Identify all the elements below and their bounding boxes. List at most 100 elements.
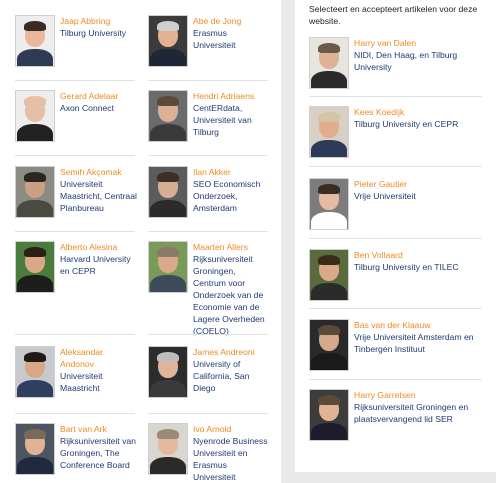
person-photo[interactable] xyxy=(148,15,188,67)
person-name-link[interactable]: Semih Akçomak xyxy=(60,166,137,178)
person-affiliation: Tilburg University en TILEC xyxy=(354,262,459,272)
intro-text: Selecteert en accepteert artikelen voor … xyxy=(309,4,478,26)
person-photo[interactable] xyxy=(148,166,188,218)
person-name-link[interactable]: Kees Koedijk xyxy=(354,106,458,118)
person-photo[interactable] xyxy=(148,346,188,398)
person-info: Gerard Adelaar Axon Connect xyxy=(60,90,118,114)
row-separator xyxy=(148,155,268,156)
person-photo[interactable] xyxy=(309,37,349,89)
person-name-link[interactable]: Bas van der Klaauw xyxy=(354,319,489,331)
person-info: Bas van der Klaauw Vrije Universiteit Ams… xyxy=(354,319,489,355)
person-card[interactable]: Aleksandar Andonov Universiteit Maastrich… xyxy=(15,346,137,398)
row-separator xyxy=(148,80,268,81)
row-separator xyxy=(15,413,135,414)
person-name-link[interactable]: Bart van Ark xyxy=(60,423,137,435)
person-photo[interactable] xyxy=(309,319,349,371)
person-info: Alberto Alesina Harvard University en CEP… xyxy=(60,241,137,277)
row-separator xyxy=(148,231,268,232)
person-name-link[interactable]: Aleksandar Andonov xyxy=(60,346,137,370)
person-photo[interactable] xyxy=(148,423,188,475)
person-photo[interactable] xyxy=(309,178,349,230)
person-info: Abe de Jong Erasmus Universiteit xyxy=(193,15,270,51)
person-name-link[interactable]: Ivo Arnold xyxy=(193,423,270,435)
person-affiliation: Vrije Universiteit xyxy=(354,191,416,201)
person-card[interactable]: Abe de Jong Erasmus Universiteit xyxy=(148,15,270,67)
row-separator xyxy=(148,334,268,335)
person-affiliation: University of California, San Diego xyxy=(193,359,250,393)
person-affiliation: Universiteit Maastricht, Centraal Planbu… xyxy=(60,179,137,213)
person-card[interactable]: Bas van der Klaauw Vrije Universiteit Ams… xyxy=(309,319,489,371)
person-card[interactable]: Harry van Dalen NIDI, Den Haag, en Tilbur… xyxy=(309,37,489,89)
person-name-link[interactable]: Ilan Akker xyxy=(193,166,270,178)
person-card[interactable]: Maarten Allers Rijksuniversiteit Groninge… xyxy=(148,241,270,337)
person-photo[interactable] xyxy=(15,423,55,475)
row-separator xyxy=(309,308,482,309)
person-affiliation: Rijksuniversiteit Groningen, Centrum voo… xyxy=(193,254,265,336)
row-separator xyxy=(15,80,135,81)
person-photo[interactable] xyxy=(15,15,55,67)
person-photo[interactable] xyxy=(15,241,55,293)
person-affiliation: Harvard University en CEPR xyxy=(60,254,131,276)
person-affiliation: Nyenrode Business Universiteit en Erasmu… xyxy=(193,436,268,482)
person-name-link[interactable]: Alberto Alesina xyxy=(60,241,137,253)
person-info: Jaap Abbring Tilburg University xyxy=(60,15,126,39)
person-name-link[interactable]: James Andreoni xyxy=(193,346,270,358)
person-info: Maarten Allers Rijksuniversiteit Groninge… xyxy=(193,241,270,337)
person-info: Harry Garretsen Rijksuniversiteit Groning… xyxy=(354,389,489,425)
person-affiliation: CentERdata, Universiteit van Tilburg xyxy=(193,103,252,137)
person-card[interactable]: Pieter Gautier Vrije Universiteit xyxy=(309,178,489,230)
row-separator xyxy=(15,231,135,232)
gutter xyxy=(281,0,295,483)
person-photo[interactable] xyxy=(15,346,55,398)
person-affiliation: Erasmus Universiteit xyxy=(193,28,236,50)
person-card[interactable]: Ivo Arnold Nyenrode Business Universiteit… xyxy=(148,423,270,483)
person-affiliation: NIDI, Den Haag, en Tilburg University xyxy=(354,50,458,72)
row-separator xyxy=(15,334,135,335)
row-separator xyxy=(309,379,482,380)
person-card[interactable]: Hendri Adriaens CentERdata, Universiteit … xyxy=(148,90,270,142)
person-photo[interactable] xyxy=(148,241,188,293)
person-affiliation: Tilburg University en CEPR xyxy=(354,119,459,129)
person-info: Bart van Ark Rijksuniversiteit van Gronin… xyxy=(60,423,137,471)
person-card[interactable]: Ilan Akker SEO Economisch Onderzoek, Amst… xyxy=(148,166,270,218)
person-photo[interactable] xyxy=(15,166,55,218)
person-photo[interactable] xyxy=(15,90,55,142)
person-photo[interactable] xyxy=(148,90,188,142)
person-info: Pieter Gautier Vrije Universiteit xyxy=(354,178,416,202)
person-photo[interactable] xyxy=(309,106,349,158)
person-name-link[interactable]: Maarten Allers xyxy=(193,241,270,253)
person-name-link[interactable]: Hendri Adriaens xyxy=(193,90,270,102)
person-affiliation: SEO Economisch Onderzoek, Amsterdam xyxy=(193,179,261,213)
row-separator xyxy=(309,96,482,97)
person-info: Kees Koedijk Tilburg University en CEPR xyxy=(354,106,458,130)
person-affiliation: Rijksuniversiteit van Groningen, The Con… xyxy=(60,436,136,470)
person-card[interactable]: Harry Garretsen Rijksuniversiteit Groning… xyxy=(309,389,489,441)
person-affiliation: Rijksuniversiteit Groningen en plaatsver… xyxy=(354,402,469,424)
person-card[interactable]: James Andreoni University of California, … xyxy=(148,346,270,398)
person-info: Ivo Arnold Nyenrode Business Universiteit… xyxy=(193,423,270,483)
person-card[interactable]: Semih Akçomak Universiteit Maastricht, Ce… xyxy=(15,166,137,218)
person-card[interactable]: Kees Koedijk Tilburg University en CEPR xyxy=(309,106,489,158)
person-name-link[interactable]: Gerard Adelaar xyxy=(60,90,118,102)
person-info: Semih Akçomak Universiteit Maastricht, Ce… xyxy=(60,166,137,214)
person-card[interactable]: Alberto Alesina Harvard University en CEP… xyxy=(15,241,137,293)
person-card[interactable]: Bart van Ark Rijksuniversiteit van Gronin… xyxy=(15,423,137,475)
person-name-link[interactable]: Harry van Dalen xyxy=(354,37,489,49)
person-affiliation: Tilburg University xyxy=(60,28,127,38)
person-name-link[interactable]: Ben Vollaard xyxy=(354,249,459,261)
person-name-link[interactable]: Harry Garretsen xyxy=(354,389,489,401)
row-separator xyxy=(309,238,482,239)
person-info: Hendri Adriaens CentERdata, Universiteit … xyxy=(193,90,270,138)
person-card[interactable]: Gerard Adelaar Axon Connect xyxy=(15,90,137,142)
row-separator xyxy=(15,155,135,156)
person-photo[interactable] xyxy=(309,249,349,301)
person-name-link[interactable]: Pieter Gautier xyxy=(354,178,416,190)
person-info: James Andreoni University of California, … xyxy=(193,346,270,394)
person-name-link[interactable]: Abe de Jong xyxy=(193,15,270,27)
person-info: Ben Vollaard Tilburg University en TILEC xyxy=(354,249,459,273)
person-card[interactable]: Jaap Abbring Tilburg University xyxy=(15,15,137,67)
person-name-link[interactable]: Jaap Abbring xyxy=(60,15,126,27)
person-photo[interactable] xyxy=(309,389,349,441)
person-affiliation: Axon Connect xyxy=(60,103,114,113)
person-card[interactable]: Ben Vollaard Tilburg University en TILEC xyxy=(309,249,489,301)
